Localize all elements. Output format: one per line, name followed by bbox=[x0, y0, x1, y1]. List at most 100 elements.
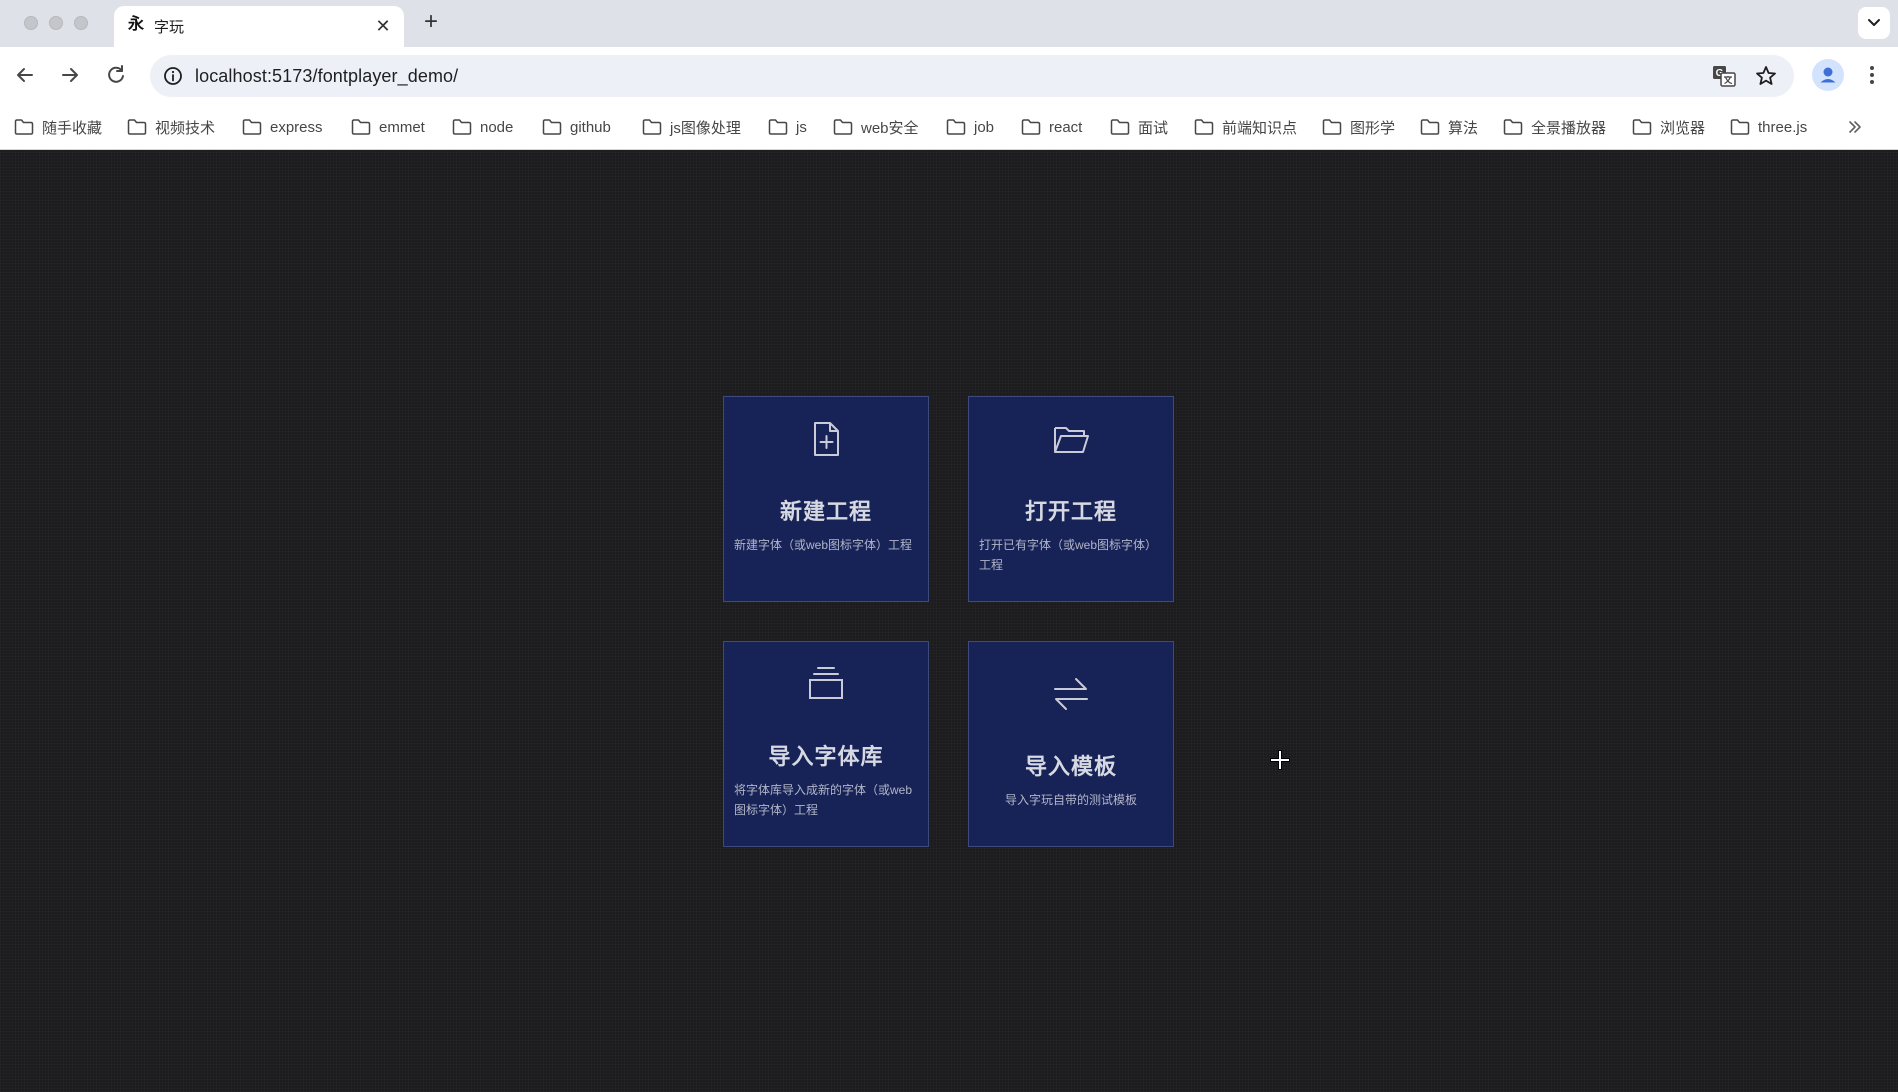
folder-icon bbox=[1632, 119, 1652, 135]
bookmark-folder[interactable]: 视频技术 bbox=[127, 115, 215, 139]
window-minimize-button[interactable] bbox=[49, 16, 63, 30]
bookmark-label: react bbox=[1049, 118, 1083, 136]
bookmark-label: github bbox=[570, 118, 611, 136]
bookmark-label: 算法 bbox=[1448, 119, 1479, 137]
person-icon bbox=[1820, 67, 1836, 83]
switch-arrows-icon bbox=[1054, 678, 1088, 710]
bookmark-label: js图像处理 bbox=[670, 119, 741, 137]
card-description: 将字体库导入成新的字体（或web图标字体）工程 bbox=[734, 783, 913, 817]
bookmark-folder[interactable]: 面试 bbox=[1110, 115, 1168, 139]
window-zoom-button[interactable] bbox=[74, 16, 88, 30]
translate-icon[interactable]: G bbox=[1712, 65, 1736, 87]
folder-icon bbox=[642, 119, 662, 135]
bookmark-folder[interactable]: 算法 bbox=[1420, 115, 1478, 139]
tab-title: 字玩 bbox=[154, 19, 185, 36]
bookmark-folder[interactable]: job bbox=[946, 115, 994, 139]
card-title: 导入字体库 bbox=[768, 744, 884, 769]
arrow-right-icon bbox=[62, 68, 78, 82]
back-button[interactable] bbox=[10, 60, 40, 90]
folder-icon bbox=[833, 119, 853, 135]
import-font-library-card[interactable]: 导入字体库 将字体库导入成新的字体（或web图标字体）工程 bbox=[723, 641, 929, 847]
profile-avatar[interactable] bbox=[1812, 59, 1844, 91]
bookmarks-bar: 随手收藏 视频技术 express emmet node github js图像… bbox=[0, 105, 1898, 150]
bookmark-label: job bbox=[974, 118, 995, 136]
file-plus-icon bbox=[814, 422, 839, 456]
bookmark-folder[interactable]: 前端知识点 bbox=[1194, 115, 1297, 139]
bookmark-folder[interactable]: node bbox=[452, 115, 513, 139]
bookmark-folder[interactable]: github bbox=[542, 115, 611, 139]
folder-icon bbox=[768, 119, 788, 135]
bookmark-label: 浏览器 bbox=[1660, 119, 1706, 137]
bookmark-folder[interactable]: 图形学 bbox=[1322, 115, 1395, 139]
tab-search-button[interactable] bbox=[1858, 7, 1890, 39]
kebab-menu-icon bbox=[1870, 66, 1874, 84]
page-content: 新建工程 新建字体（或web图标字体）工程 打开工程 打开已有字体（或web图标… bbox=[0, 150, 1898, 1092]
folder-icon bbox=[351, 119, 371, 135]
card-title: 打开工程 bbox=[1024, 499, 1117, 524]
browser-menu-button[interactable] bbox=[1860, 60, 1884, 90]
info-icon[interactable] bbox=[162, 65, 184, 87]
folder-icon bbox=[1110, 119, 1130, 135]
bookmark-folder[interactable]: 随手收藏 bbox=[14, 115, 102, 139]
folder-open-icon bbox=[1054, 427, 1089, 453]
bookmark-label: web安全 bbox=[861, 119, 919, 137]
folder-icon bbox=[127, 119, 147, 135]
crosshair-cursor-icon bbox=[1270, 750, 1290, 770]
folder-icon bbox=[542, 119, 562, 135]
card-description: 新建字体（或web图标字体）工程 bbox=[734, 538, 913, 552]
bookmark-label: 图形学 bbox=[1350, 119, 1396, 137]
folder-icon bbox=[1322, 119, 1342, 135]
bookmark-folder[interactable]: three.js bbox=[1730, 115, 1807, 139]
bookmark-folder[interactable]: js图像处理 bbox=[642, 115, 741, 139]
card-title: 导入模板 bbox=[1024, 754, 1117, 779]
bookmark-label: 全景播放器 bbox=[1531, 119, 1607, 137]
card-title: 新建工程 bbox=[779, 499, 872, 524]
card-description: 打开已有字体（或web图标字体）工程 bbox=[979, 538, 1158, 572]
bookmark-label: js bbox=[796, 118, 807, 136]
folder-icon bbox=[946, 119, 966, 135]
tab-favicon-icon: 永 bbox=[127, 16, 144, 33]
bookmark-folder[interactable]: web安全 bbox=[833, 115, 919, 139]
bookmark-folder[interactable]: 浏览器 bbox=[1632, 115, 1705, 139]
bookmark-label: 视频技术 bbox=[155, 119, 216, 137]
address-bar[interactable]: localhost:5173/fontplayer_demo/ G bbox=[150, 55, 1794, 97]
new-project-card[interactable]: 新建工程 新建字体（或web图标字体）工程 bbox=[723, 396, 929, 602]
chevron-double-right-icon[interactable] bbox=[1844, 116, 1866, 138]
bookmark-label: 前端知识点 bbox=[1222, 119, 1298, 137]
bookmark-folder[interactable]: emmet bbox=[351, 115, 425, 139]
bookmark-star-icon[interactable] bbox=[1754, 64, 1778, 88]
card-description: 导入字玩自带的测试模板 bbox=[1004, 793, 1137, 807]
bookmark-label: 随手收藏 bbox=[42, 119, 103, 137]
arrow-left-icon bbox=[17, 68, 33, 82]
window-close-button[interactable] bbox=[24, 16, 38, 30]
browser-toolbar: localhost:5173/fontplayer_demo/ G bbox=[0, 47, 1898, 105]
new-tab-plus-icon[interactable]: + bbox=[418, 10, 444, 36]
folder-icon bbox=[1194, 119, 1214, 135]
reload-icon bbox=[108, 65, 124, 83]
import-template-card[interactable]: 导入模板 导入字玩自带的测试模板 bbox=[968, 641, 1174, 847]
bookmark-folder[interactable]: express bbox=[242, 115, 323, 139]
bookmark-label: node bbox=[480, 118, 514, 136]
forward-button[interactable] bbox=[55, 60, 85, 90]
layers-icon bbox=[809, 667, 843, 699]
bookmark-label: 面试 bbox=[1138, 119, 1169, 137]
folder-icon bbox=[1730, 119, 1750, 135]
folder-icon bbox=[452, 119, 472, 135]
tab-strip: 永 字玩 ✕ + bbox=[0, 0, 1898, 47]
folder-icon bbox=[1503, 119, 1523, 135]
reload-button[interactable] bbox=[101, 60, 131, 90]
bookmark-label: three.js bbox=[1758, 118, 1808, 136]
active-tab[interactable]: 永 字玩 ✕ bbox=[114, 6, 404, 47]
open-project-card[interactable]: 打开工程 打开已有字体（或web图标字体）工程 bbox=[968, 396, 1174, 602]
folder-icon bbox=[1420, 119, 1440, 135]
folder-icon bbox=[14, 119, 34, 135]
bookmark-label: emmet bbox=[379, 118, 425, 136]
bookmark-folder[interactable]: js bbox=[768, 115, 807, 139]
chevron-down-icon bbox=[1868, 19, 1880, 26]
folder-icon bbox=[242, 119, 262, 135]
bookmark-label: express bbox=[270, 118, 323, 136]
tab-close-icon[interactable]: ✕ bbox=[372, 15, 394, 37]
address-url[interactable]: localhost:5173/fontplayer_demo/ bbox=[195, 66, 458, 87]
bookmark-folder[interactable]: 全景播放器 bbox=[1503, 115, 1606, 139]
bookmark-folder[interactable]: react bbox=[1021, 115, 1082, 139]
